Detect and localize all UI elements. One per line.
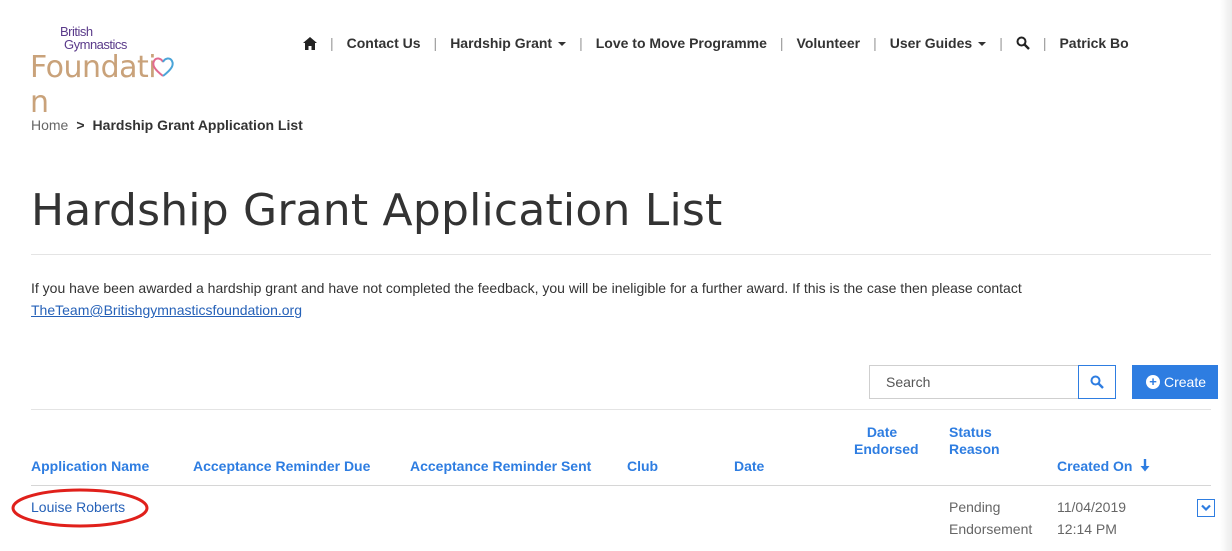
search-icon (1016, 36, 1030, 50)
search-button[interactable] (1078, 365, 1116, 399)
row-actions-button[interactable] (1197, 499, 1215, 517)
column-header-acceptance-reminder-due[interactable]: Acceptance Reminder Due (193, 458, 370, 475)
nav-hardship-grant[interactable]: Hardship Grant (437, 35, 579, 51)
annotation-ellipse (11, 488, 149, 528)
divider (31, 254, 1211, 255)
create-button-label: Create (1164, 374, 1207, 390)
nav-hardship-grant-label: Hardship Grant (450, 35, 553, 51)
feedback-notice: If you have been awarded a hardship gran… (31, 277, 1211, 321)
breadcrumb: Home > Hardship Grant Application List (31, 117, 303, 133)
nav-home[interactable] (290, 36, 330, 50)
nav-contact-us[interactable]: Contact Us (334, 35, 434, 51)
plus-circle-icon: + (1146, 375, 1160, 389)
page-title: Hardship Grant Application List (31, 185, 723, 236)
nav-search[interactable] (1003, 36, 1043, 50)
search-input[interactable] (870, 366, 1102, 398)
status-reason-line1: Pending (949, 499, 1001, 515)
nav-user-guides[interactable]: User Guides (877, 35, 999, 51)
column-header-date[interactable]: Date (734, 458, 764, 475)
column-header-status-reason-line2: Reason (949, 441, 1000, 457)
nav-user-menu[interactable]: Patrick Bo (1046, 35, 1141, 51)
chevron-down-icon (558, 42, 567, 46)
column-header-date-endorsed[interactable]: Date Endorsed (854, 424, 919, 458)
created-on-date: 11/04/2019 (1057, 499, 1127, 515)
breadcrumb-home[interactable]: Home (31, 117, 68, 133)
divider (31, 485, 1211, 486)
nav-user-guides-label: User Guides (889, 35, 973, 51)
column-header-status-reason-line1: Status (949, 424, 992, 440)
column-header-status-reason[interactable]: Status Reason (949, 424, 1000, 458)
column-header-application-name[interactable]: Application Name (31, 458, 149, 475)
column-header-acceptance-reminder-sent[interactable]: Acceptance Reminder Sent (410, 458, 591, 475)
logo-line-foundation-start: Foundati (30, 50, 157, 85)
chevron-down-icon (1201, 504, 1211, 512)
search-icon (1090, 375, 1104, 389)
sort-descending-icon (1140, 459, 1150, 472)
heart-icon (152, 57, 174, 77)
chevron-down-icon (978, 42, 987, 46)
search-field (869, 365, 1102, 399)
divider (31, 409, 1211, 410)
nav-love-to-move[interactable]: Love to Move Programme (583, 35, 780, 51)
top-nav: | Contact Us | Hardship Grant | Love to … (290, 32, 1142, 54)
column-header-created-on-label: Created On (1057, 458, 1133, 474)
created-on-time: 12:14 PM (1057, 521, 1117, 537)
page: British Gymnastics Foundatin | Contact U… (0, 0, 1232, 551)
nav-volunteer[interactable]: Volunteer (784, 35, 874, 51)
breadcrumb-current: Hardship Grant Application List (92, 117, 303, 133)
column-header-date-endorsed-line1: Date (866, 424, 898, 440)
edge-shadow (1220, 0, 1232, 551)
create-button[interactable]: + Create (1132, 365, 1218, 399)
status-reason-line2: Endorsement (949, 521, 1033, 537)
notice-text: If you have been awarded a hardship gran… (31, 280, 1022, 296)
home-icon (303, 36, 317, 50)
column-header-date-endorsed-line2: Endorsed (854, 441, 919, 457)
column-header-club[interactable]: Club (627, 458, 658, 475)
foundation-logo[interactable]: British Gymnastics Foundatin (30, 18, 190, 120)
logo-line-foundation-end: n (30, 85, 49, 120)
contact-email-link[interactable]: TheTeam@Britishgymnasticsfoundation.org (31, 302, 302, 318)
breadcrumb-separator: > (76, 117, 85, 133)
column-header-created-on[interactable]: Created On (1057, 458, 1150, 475)
